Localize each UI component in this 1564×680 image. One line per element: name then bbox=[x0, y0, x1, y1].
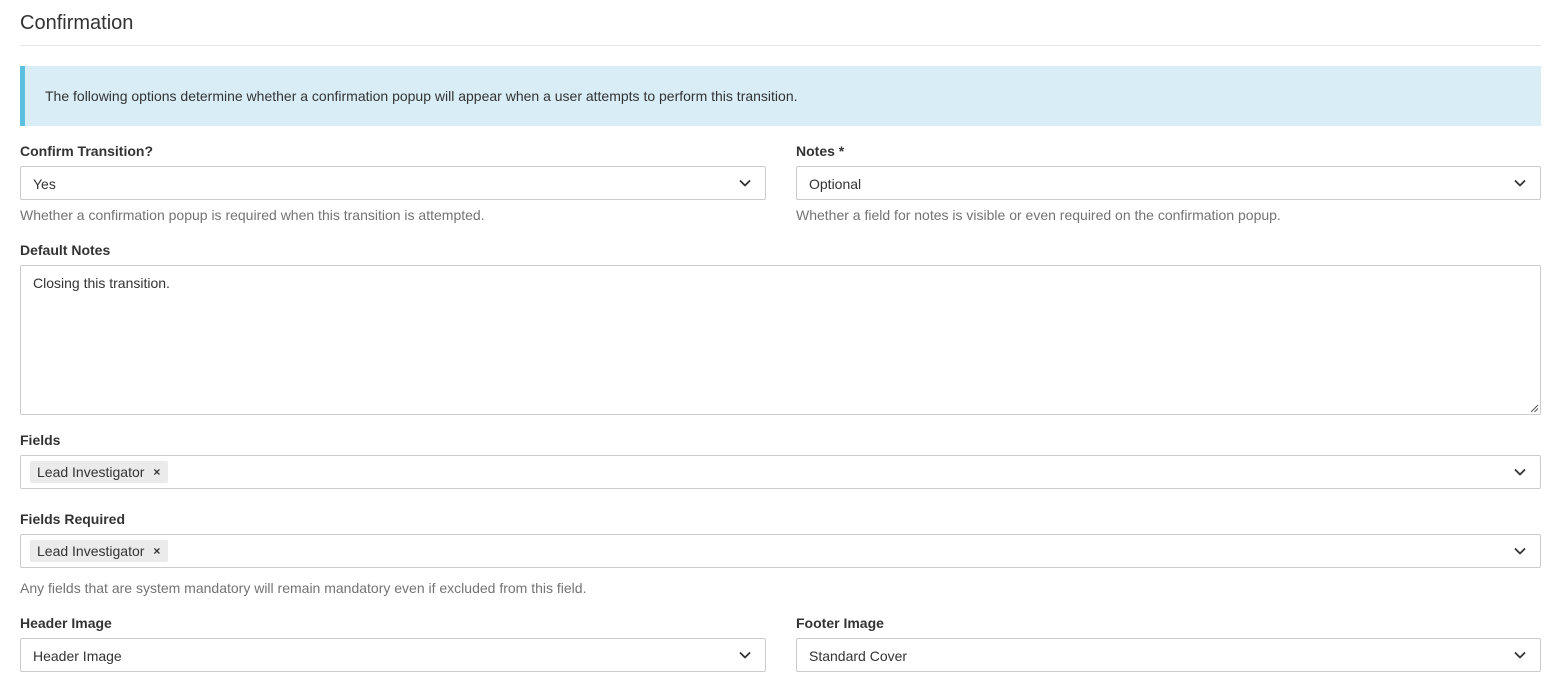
notes-help: Whether a field for notes is visible or … bbox=[796, 207, 1281, 223]
section-title: Confirmation bbox=[20, 12, 134, 34]
notes-select[interactable]: Optional bbox=[796, 166, 1541, 200]
confirm-transition-label: Confirm Transition? bbox=[20, 143, 153, 159]
chevron-down-icon bbox=[1514, 652, 1526, 659]
fields-required-help: Any fields that are system mandatory wil… bbox=[20, 580, 587, 596]
close-icon[interactable]: × bbox=[153, 545, 160, 557]
footer-image-label: Footer Image bbox=[796, 615, 884, 631]
chevron-down-icon bbox=[739, 652, 751, 659]
resize-grip-icon[interactable] bbox=[1529, 403, 1539, 413]
field-required-tag-label: Lead Investigator bbox=[37, 543, 145, 559]
fields-required-multiselect[interactable]: Lead Investigator × bbox=[20, 534, 1541, 568]
chevron-down-icon bbox=[1514, 180, 1526, 187]
default-notes-label: Default Notes bbox=[20, 242, 111, 258]
confirm-transition-value: Yes bbox=[33, 176, 56, 192]
chevron-down-icon bbox=[1514, 548, 1526, 555]
header-image-select[interactable]: Header Image bbox=[20, 638, 766, 672]
field-tag: Lead Investigator × bbox=[30, 461, 169, 483]
notes-label: Notes * bbox=[796, 143, 845, 159]
footer-image-select[interactable]: Standard Cover bbox=[796, 638, 1541, 672]
footer-image-value: Standard Cover bbox=[809, 648, 908, 664]
confirm-transition-select[interactable]: Yes bbox=[20, 166, 766, 200]
close-icon[interactable]: × bbox=[153, 466, 160, 478]
notes-value: Optional bbox=[809, 176, 862, 192]
header-image-value: Header Image bbox=[33, 648, 122, 664]
header-image-label: Header Image bbox=[20, 615, 112, 631]
field-tag-label: Lead Investigator bbox=[37, 464, 145, 480]
confirm-transition-help: Whether a confirmation popup is required… bbox=[20, 207, 485, 223]
fields-multiselect[interactable]: Lead Investigator × bbox=[20, 455, 1541, 489]
info-alert: The following options determine whether … bbox=[20, 66, 1541, 126]
section-divider bbox=[20, 45, 1541, 46]
default-notes-textarea[interactable]: Closing this transition. bbox=[20, 265, 1541, 415]
fields-label: Fields bbox=[20, 432, 61, 448]
field-required-tag: Lead Investigator × bbox=[30, 540, 169, 562]
info-alert-text: The following options determine whether … bbox=[45, 88, 798, 104]
default-notes-value: Closing this transition. bbox=[33, 275, 170, 291]
chevron-down-icon bbox=[1514, 469, 1526, 476]
fields-required-label: Fields Required bbox=[20, 511, 126, 527]
chevron-down-icon bbox=[739, 180, 751, 187]
